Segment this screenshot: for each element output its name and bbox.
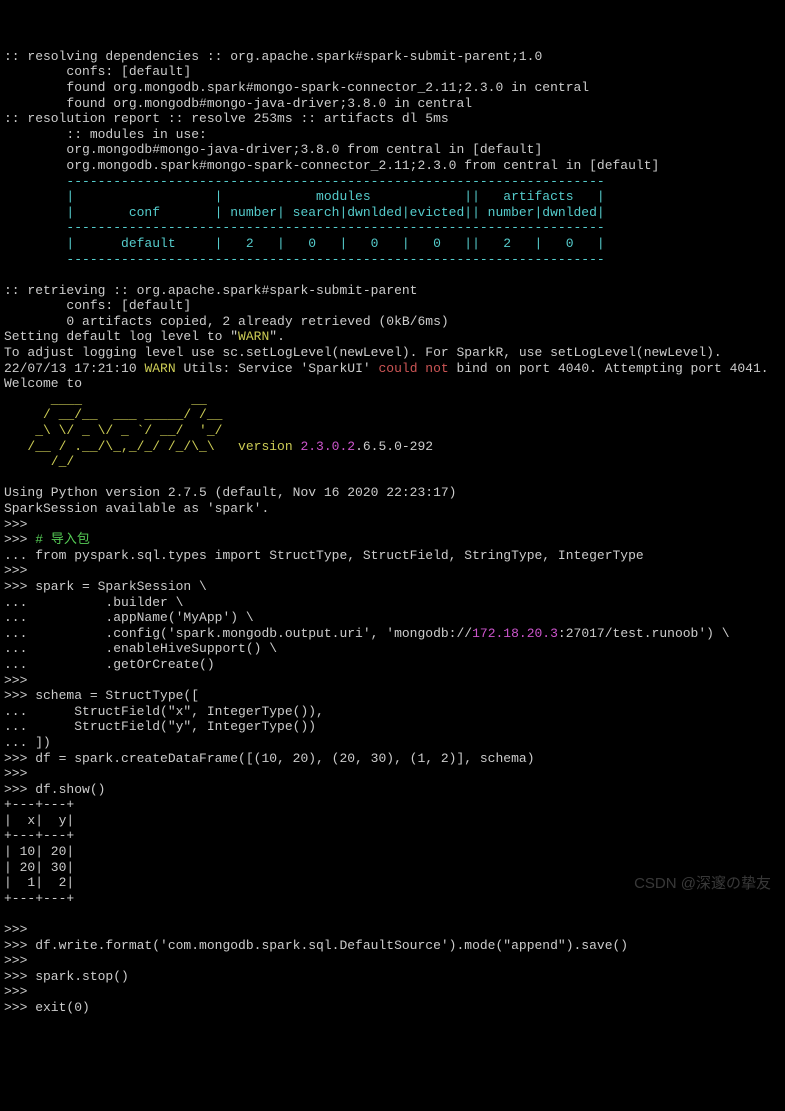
repl-prompt: >>> xyxy=(4,673,27,688)
ascii-logo: _\ \/ _ \/ _ `/ __/ '_/ xyxy=(4,423,222,438)
repl-cont: ... .enableHiveSupport() \ xyxy=(4,641,277,656)
table-row: | default | 2 | 0 | 0 | 0 || 2 | 0 | xyxy=(4,236,605,251)
comment: # 导入包 xyxy=(35,532,90,547)
repl-prompt: >>> xyxy=(4,922,27,937)
repl-cont: ... StructField("y", IntegerType()) xyxy=(4,719,316,734)
table-border: ----------------------------------------… xyxy=(4,220,605,235)
line: :: resolution report :: resolve 253ms ::… xyxy=(4,111,449,126)
df-output: | 20| 30| xyxy=(4,860,74,875)
repl-line: >>> schema = StructType([ xyxy=(4,688,199,703)
df-output: +---+---+ xyxy=(4,797,74,812)
log-line: 22/07/13 17:21:10 WARN Utils: Service 'S… xyxy=(4,361,769,376)
repl-cont: ... .getOrCreate() xyxy=(4,657,215,672)
welcome-text: Welcome to xyxy=(4,376,82,391)
log-line: Setting default log level to "WARN". xyxy=(4,329,285,344)
repl-cont: ... .appName('MyApp') \ xyxy=(4,610,254,625)
repl-line: >>> spark.stop() xyxy=(4,969,129,984)
table-header: | conf | number| search|dwnlded|evicted|… xyxy=(4,205,605,220)
line: found org.mongodb.spark#mongo-spark-conn… xyxy=(4,80,589,95)
repl-prompt: >>> xyxy=(4,953,27,968)
warn-level: WARN xyxy=(238,329,269,344)
repl-prompt: >>> xyxy=(4,766,27,781)
line: org.mongodb.spark#mongo-spark-connector_… xyxy=(4,158,659,173)
line: :: resolving dependencies :: org.apache.… xyxy=(4,49,542,64)
df-output: | x| y| xyxy=(4,813,74,828)
df-output: +---+---+ xyxy=(4,828,74,843)
repl-line: >>> exit(0) xyxy=(4,1000,90,1015)
table-header: | | modules || artifacts | xyxy=(4,189,605,204)
line: confs: [default] xyxy=(4,64,191,79)
repl-prompt: >>> xyxy=(4,984,27,999)
warn-level: WARN xyxy=(144,361,175,376)
line: :: modules in use: xyxy=(4,127,207,142)
line: :: retrieving :: org.apache.spark#spark-… xyxy=(4,283,417,298)
repl-prompt: >>> xyxy=(4,563,27,578)
repl-cont: ... .builder \ xyxy=(4,595,183,610)
line: confs: [default] xyxy=(4,298,191,313)
repl-cont: ... StructField("x", IntegerType()), xyxy=(4,704,324,719)
repl-line: >>> df.write.format('com.mongodb.spark.s… xyxy=(4,938,628,953)
ascii-logo: /_/ xyxy=(4,454,74,469)
line: 0 artifacts copied, 2 already retrieved … xyxy=(4,314,449,329)
line: org.mongodb#mongo-java-driver;3.8.0 from… xyxy=(4,142,542,157)
repl-line: >>> spark = SparkSession \ xyxy=(4,579,207,594)
version-number: 2.3.0.2 xyxy=(300,439,355,454)
df-output: | 10| 20| xyxy=(4,844,74,859)
repl-cont: ... ]) xyxy=(4,735,51,750)
terminal-output[interactable]: :: resolving dependencies :: org.apache.… xyxy=(4,49,781,1016)
ascii-logo: / __/__ ___ _____/ /__ xyxy=(4,407,222,422)
ip-address: 172.18.20.3 xyxy=(472,626,558,641)
line: found org.mongodb#mongo-java-driver;3.8.… xyxy=(4,96,472,111)
repl-prompt: >>> xyxy=(4,517,27,532)
table-border: ----------------------------------------… xyxy=(4,174,605,189)
env-info: Using Python version 2.7.5 (default, Nov… xyxy=(4,485,456,500)
df-output: | 1| 2| xyxy=(4,875,74,890)
error-text: could not xyxy=(379,361,449,376)
repl-line: ... from pyspark.sql.types import Struct… xyxy=(4,548,644,563)
repl-line: >>> df = spark.createDataFrame([(10, 20)… xyxy=(4,751,535,766)
repl-line: >>> # 导入包 xyxy=(4,532,90,547)
env-info: SparkSession available as 'spark'. xyxy=(4,501,269,516)
table-border: ----------------------------------------… xyxy=(4,252,605,267)
repl-cont: ... .config('spark.mongodb.output.uri', … xyxy=(4,626,730,641)
log-line: To adjust logging level use sc.setLogLev… xyxy=(4,345,722,360)
ascii-logo: /__ / .__/\_,_/_/ /_/\_\ version 2.3.0.2… xyxy=(4,439,433,454)
ascii-logo: ____ __ xyxy=(4,392,207,407)
repl-line: >>> df.show() xyxy=(4,782,105,797)
df-output: +---+---+ xyxy=(4,891,74,906)
